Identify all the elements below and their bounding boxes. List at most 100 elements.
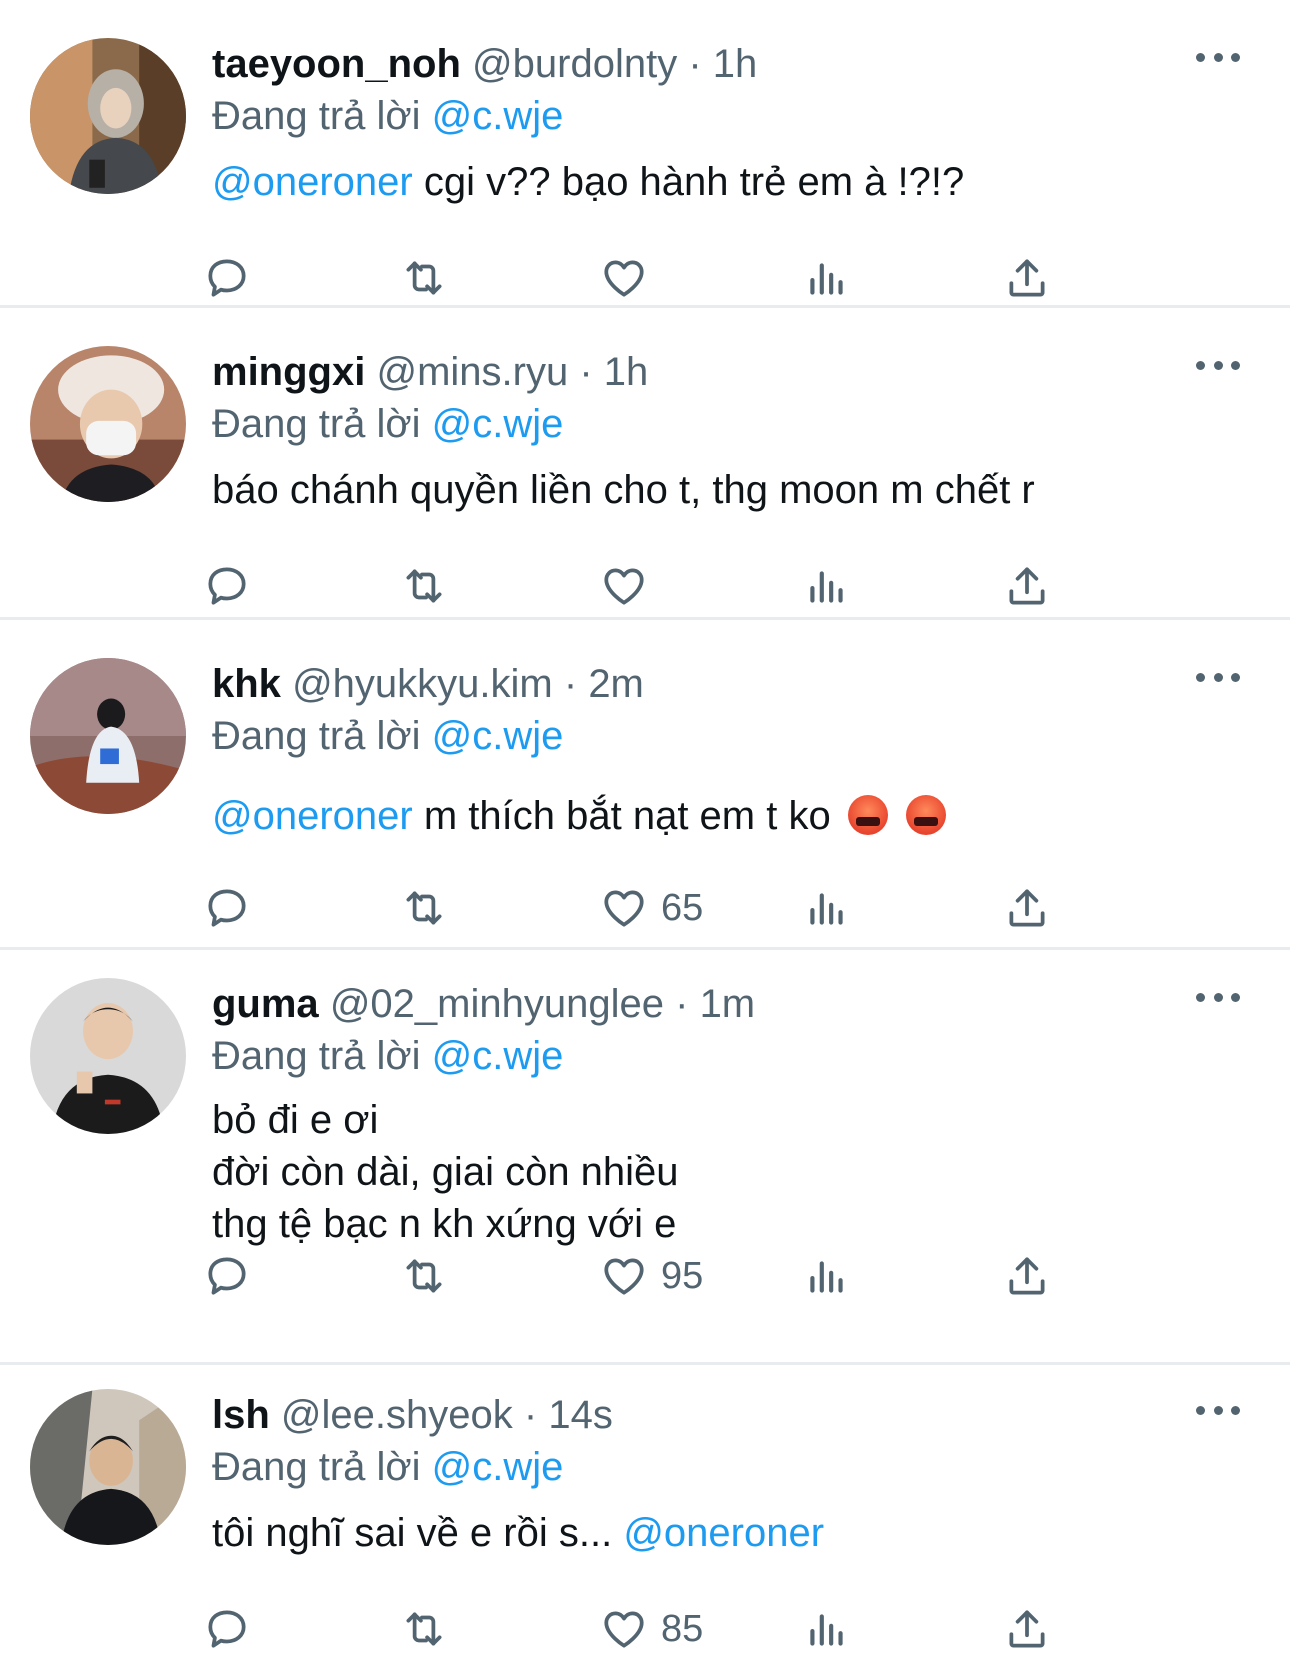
share-button[interactable] (1002, 556, 1052, 616)
avatar[interactable] (30, 38, 186, 194)
like-button[interactable] (599, 248, 661, 308)
views-button[interactable] (802, 248, 852, 308)
timestamp[interactable]: 2m (588, 662, 644, 706)
tweet-actions: 65 (208, 878, 1132, 938)
share-button[interactable] (1002, 1246, 1052, 1306)
avatar[interactable] (30, 658, 186, 814)
retweet-button[interactable] (399, 878, 449, 938)
reply-to-mention[interactable]: @c.wje (432, 1445, 564, 1489)
replying-to-label: Đang trả lời (212, 1445, 421, 1489)
mention-link[interactable]: @oneroner (212, 160, 413, 204)
display-name[interactable]: taeyoon_noh (212, 42, 461, 86)
user-handle[interactable]: @lee.shyeok (281, 1393, 513, 1437)
timestamp[interactable]: 1m (700, 982, 756, 1026)
more-icon[interactable] (1196, 990, 1240, 1004)
tweet-actions: 95 (208, 1246, 1132, 1306)
like-button[interactable] (599, 556, 661, 616)
views-icon (802, 253, 852, 303)
display-name[interactable]: guma (212, 982, 319, 1026)
views-icon (802, 1604, 852, 1654)
like-button[interactable]: 85 (599, 1599, 703, 1659)
user-handle[interactable]: @burdolnty (472, 42, 677, 86)
display-name[interactable]: khk (212, 662, 281, 706)
like-button[interactable]: 95 (599, 1246, 703, 1306)
more-icon[interactable] (1196, 1403, 1240, 1417)
tweet[interactable]: lsh @lee.shyeok · 14s Đang trả lời @c.wj… (0, 1365, 1290, 1680)
tweet[interactable]: minggxi @mins.ryu · 1h Đang trả lời @c.w… (0, 308, 1290, 620)
tweet-header: taeyoon_noh @burdolnty · 1h (212, 38, 1170, 90)
tweet[interactable]: taeyoon_noh @burdolnty · 1h Đang trả lời… (0, 0, 1290, 308)
heart-icon (599, 1604, 649, 1654)
tweet[interactable]: guma @02_minhyunglee · 1m Đang trả lời @… (0, 950, 1290, 1365)
share-button[interactable] (1002, 248, 1052, 308)
more-icon[interactable] (1196, 670, 1240, 684)
tweet-header: minggxi @mins.ryu · 1h (212, 346, 1170, 398)
tweet-actions (208, 248, 1132, 308)
timestamp[interactable]: 1h (604, 350, 649, 394)
views-icon (802, 883, 852, 933)
tweet[interactable]: khk @hyukkyu.kim · 2m Đang trả lời @c.wj… (0, 620, 1290, 950)
reply-button[interactable] (202, 1599, 252, 1659)
reply-to-mention[interactable]: @c.wje (432, 402, 564, 446)
views-button[interactable] (802, 878, 852, 938)
display-name[interactable]: lsh (212, 1393, 270, 1437)
face-with-symbols-on-mouth-icon (847, 795, 888, 835)
replying-to: Đang trả lời @c.wje (212, 398, 1170, 450)
views-button[interactable] (802, 556, 852, 616)
like-button[interactable]: 65 (599, 878, 703, 938)
user-handle[interactable]: @hyukkyu.kim (292, 662, 553, 706)
reply-button[interactable] (202, 878, 252, 938)
mention-link[interactable]: @oneroner (212, 794, 413, 838)
retweet-button[interactable] (399, 1599, 449, 1659)
tweet-body: m thích bắt nạt em t ko (412, 794, 842, 838)
reply-icon (202, 253, 252, 303)
retweet-button[interactable] (399, 248, 449, 308)
mention-link[interactable]: @oneroner (623, 1511, 824, 1555)
like-count: 95 (661, 1254, 704, 1297)
share-icon (1002, 561, 1052, 611)
avatar[interactable] (30, 1389, 186, 1545)
avatar[interactable] (30, 346, 186, 502)
display-name[interactable]: minggxi (212, 350, 365, 394)
replying-to-label: Đang trả lời (212, 94, 421, 138)
tweet-text: @oneroner m thích bắt nạt em t ko (212, 790, 1170, 842)
reply-icon (202, 561, 252, 611)
tweet-actions (208, 556, 1132, 616)
like-count: 85 (661, 1607, 704, 1650)
replying-to-label: Đang trả lời (212, 1034, 421, 1078)
user-handle[interactable]: @02_minhyunglee (330, 982, 664, 1026)
avatar[interactable] (30, 978, 186, 1134)
tweet-header: lsh @lee.shyeok · 14s (212, 1389, 1170, 1441)
separator: · (563, 662, 578, 706)
separator: · (579, 350, 593, 394)
share-button[interactable] (1002, 1599, 1052, 1659)
timestamp[interactable]: 1h (713, 42, 758, 86)
reply-feed: taeyoon_noh @burdolnty · 1h Đang trả lời… (0, 0, 1290, 1680)
separator: · (523, 1393, 538, 1437)
share-button[interactable] (1002, 878, 1052, 938)
reply-button[interactable] (202, 1246, 252, 1306)
reply-to-mention[interactable]: @c.wje (432, 714, 564, 758)
reply-button[interactable] (202, 248, 252, 308)
replying-to: Đang trả lời @c.wje (212, 710, 1170, 762)
tweet-text: @oneroner cgi v?? bạo hành trẻ em à !?!? (212, 156, 1170, 208)
separator: · (688, 42, 702, 86)
tweet-text: tôi nghĩ sai về e rồi s... @oneroner (212, 1507, 1170, 1559)
reply-to-mention[interactable]: @c.wje (432, 1034, 564, 1078)
retweet-icon (399, 883, 449, 933)
retweet-button[interactable] (399, 1246, 449, 1306)
heart-icon (599, 561, 649, 611)
reply-icon (202, 883, 252, 933)
retweet-button[interactable] (399, 556, 449, 616)
timestamp[interactable]: 14s (548, 1393, 613, 1437)
reply-to-mention[interactable]: @c.wje (432, 94, 564, 138)
views-button[interactable] (802, 1599, 852, 1659)
reply-button[interactable] (202, 556, 252, 616)
share-icon (1002, 1604, 1052, 1654)
more-icon[interactable] (1196, 50, 1240, 64)
views-button[interactable] (802, 1246, 852, 1306)
more-icon[interactable] (1196, 358, 1240, 372)
views-icon (802, 1251, 852, 1301)
user-handle[interactable]: @mins.ryu (376, 350, 568, 394)
replying-to: Đang trả lời @c.wje (212, 1030, 1170, 1082)
